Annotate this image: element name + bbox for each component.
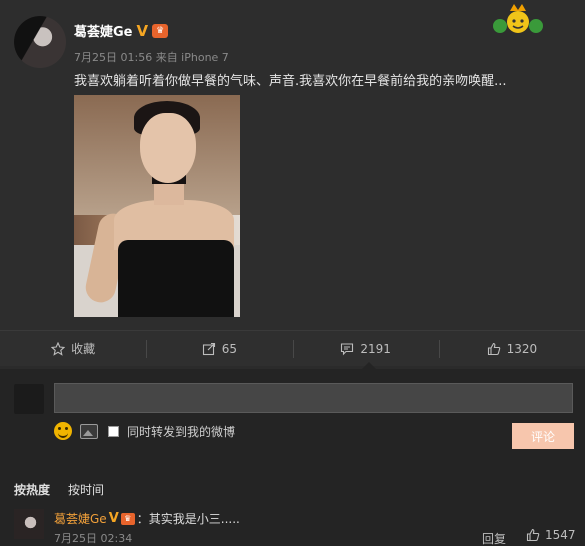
author-name-row: 葛荟婕Ge V ♛ [74,21,169,40]
comment-text: ：其实我是小三..... [136,512,240,526]
verified-v-icon[interactable]: V [109,511,119,526]
current-user-avatar [14,384,44,414]
comment-icon [341,342,354,355]
star-icon [51,341,66,356]
submit-comment-button[interactable]: 评论 [512,423,574,449]
repost-checkbox-label: 同时转发到我的微博 [127,424,236,439]
sort-by-time-tab[interactable]: 按时间 [68,481,104,498]
emoji-icon[interactable] [54,422,72,440]
comment-item: 葛荟婕Ge V ♛ ：其实我是小三..... 7月25日 02:34 回复 15… [14,508,576,546]
thumbs-up-icon [487,342,500,355]
sort-by-hot-tab[interactable]: 按热度 [14,481,50,498]
repost-count: 65 [221,341,238,356]
commenter-avatar[interactable] [14,509,44,539]
repost-icon [202,342,215,355]
comment-time: 7月25日 02:34 [54,532,133,545]
vip-member-icon[interactable]: ♛ [120,512,135,525]
comment-like-count: 1547 [545,528,576,542]
comment-like-button[interactable]: 1547 [526,528,576,542]
composer-tools: 同时转发到我的微博 [54,422,235,440]
comment-input[interactable] [54,383,573,413]
like-count: 1320 [506,341,538,356]
comment-section: 同时转发到我的微博 评论 按热度 按时间 葛荟婕Ge V ♛ ：其实我是小三..… [0,369,585,546]
comment-count: 2191 [360,341,391,356]
repost-button[interactable]: 65 [146,331,292,366]
image-upload-icon[interactable] [80,423,98,439]
weibo-post: 葛荟婕Ge V ♛ 7月25日 01:56 来自 iPhone 7 我喜欢躺着听… [0,0,585,330]
author-name[interactable]: 葛荟婕Ge [74,21,133,40]
comment-line: 葛荟婕Ge V ♛ ：其实我是小三..... [54,510,240,527]
post-action-bar: 收藏 65 2191 1320 [0,330,585,366]
favorite-button[interactable]: 收藏 [0,331,146,366]
repost-checkbox[interactable] [108,425,119,437]
post-text: 我喜欢躺着听着你做早餐的气味、声音.我喜欢你在早餐前给我的亲吻唤醒... [74,74,507,89]
like-button[interactable]: 1320 [438,331,585,366]
comment-section-pointer [362,362,376,369]
commenter-name[interactable]: 葛荟婕Ge [54,510,107,527]
post-meta: 7月25日 01:56 来自 iPhone 7 [74,51,229,64]
vip-member-icon[interactable]: ♛ [152,23,169,38]
reply-button[interactable]: 回复 [482,530,506,546]
thumbs-up-icon [526,528,540,542]
comment-sort-tabs: 按热度 按时间 [14,481,104,498]
verified-v-icon[interactable]: V [137,22,149,40]
post-photo[interactable] [74,95,240,317]
favorite-label: 收藏 [71,342,96,356]
comment-button[interactable]: 2191 [292,331,439,366]
crown-decoration-icon [493,4,543,33]
author-avatar[interactable] [14,16,66,68]
